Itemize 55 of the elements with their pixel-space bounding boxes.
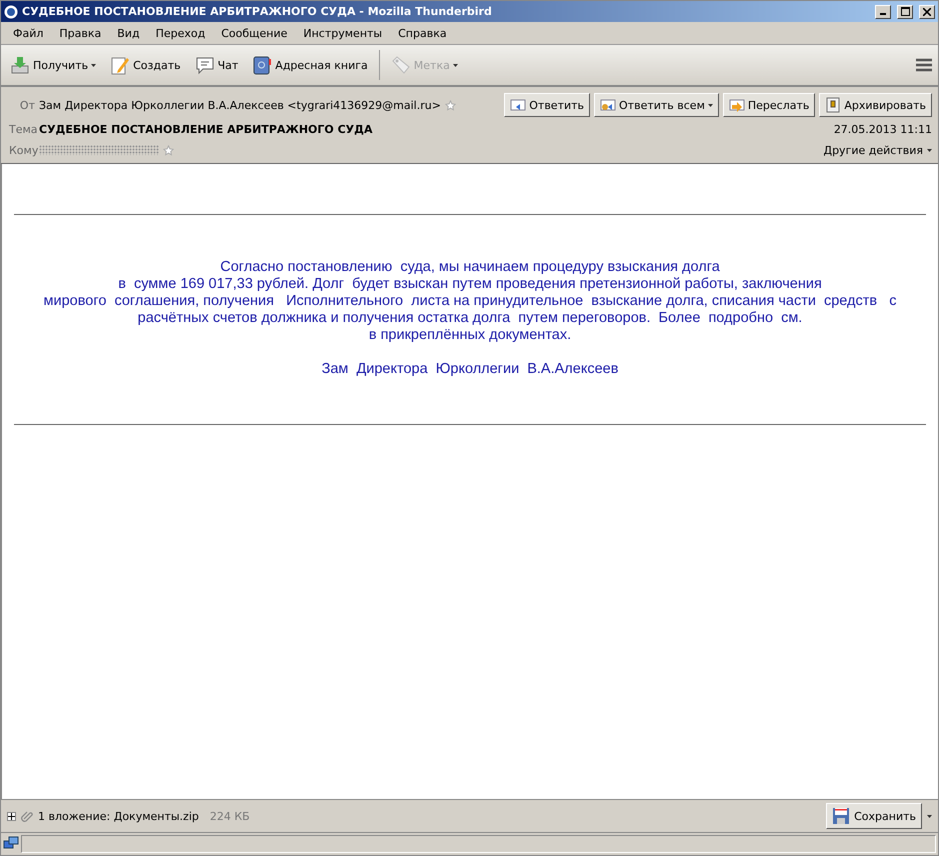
from-label: От: [18, 98, 35, 112]
menu-item[interactable]: Инструменты: [295, 26, 390, 40]
envelope-arrows-icon: [600, 97, 616, 113]
caret-icon[interactable]: [927, 814, 932, 818]
star-icon[interactable]: [163, 144, 174, 156]
other-actions-menu[interactable]: Другие действия: [823, 144, 923, 156]
attachment-summary[interactable]: 1 вложение: Документы.zip: [38, 810, 199, 822]
speech-bubble-icon: [194, 55, 215, 75]
header-button[interactable]: Ответить всем: [594, 93, 719, 117]
date-text: 27.05.2013 11:11: [834, 122, 932, 136]
archive-box-icon: [825, 97, 842, 113]
window-title: СУДЕБНОЕ ПОСТАНОВЛЕНИЕ АРБИТРАЖНОГО СУДА - Mozilla Thunderbird: [22, 5, 493, 18]
menu-icon[interactable]: [916, 58, 932, 72]
attachment-size: 224 КБ: [210, 810, 250, 822]
close-icon: [923, 8, 931, 16]
close-button[interactable]: [919, 4, 935, 18]
sender-address: Зам Директора Юрколлегии В.А.Алексеев <tygrari4136929@mail.ru>: [39, 98, 441, 112]
toolbar-button[interactable]: Создать: [107, 53, 184, 77]
message-line: в прикреплённых документах.: [368, 327, 572, 344]
menu-item[interactable]: Правка: [51, 26, 110, 40]
menu-item[interactable]: Файл: [5, 26, 52, 40]
maximize-icon: [900, 7, 910, 16]
paperclip-icon: [21, 810, 33, 822]
subject-label: Тема: [9, 122, 35, 136]
message-line: Согласно постановлению суда, мы начинаем процедуру взыскания долга: [220, 259, 720, 276]
menu-item[interactable]: Сообщение: [213, 26, 296, 40]
toolbar-button[interactable]: Адресная книга: [249, 53, 371, 77]
menu-item[interactable]: Переход: [148, 26, 214, 40]
caret-icon[interactable]: [927, 148, 932, 152]
caret-icon[interactable]: [708, 104, 713, 106]
message-line: в сумме 169 017,33 рублей. Долг будет взыскан путем проведения претензионной работы, заключения: [118, 276, 822, 293]
minimize-icon: [880, 13, 886, 15]
tag-icon: [390, 55, 411, 75]
menu-item[interactable]: Справка: [390, 26, 455, 40]
message-line: расчётных счетов должника и получения остатка долга путем переговоров. Более подробно см.: [138, 310, 802, 327]
star-icon[interactable]: [444, 100, 456, 110]
toolbar-button[interactable]: Чат: [192, 53, 242, 77]
message-line: мирового соглашения, получения Исполнительного листа на принудительное взыскание долга, списания части средств с: [44, 293, 896, 310]
expand-toggle[interactable]: [7, 812, 16, 820]
header-button[interactable]: Ответить: [504, 93, 590, 117]
toolbar-button[interactable]: Получить: [7, 53, 100, 77]
app-icon: [4, 4, 18, 18]
address-book-icon: [252, 55, 272, 75]
minimize-button[interactable]: [875, 4, 891, 18]
header-button[interactable]: Архивировать: [819, 93, 932, 117]
caret-icon: [91, 64, 96, 66]
signature-text: Зам Директора Юрколлегии В.А.Алексеев: [322, 361, 618, 378]
header-button[interactable]: Переслать: [722, 93, 816, 117]
menu-item[interactable]: Вид: [109, 26, 148, 40]
caret-icon: [452, 64, 458, 66]
save-button[interactable]: Сохранить: [826, 803, 922, 829]
subject-text: СУДЕБНОЕ ПОСТАНОВЛЕНИЕ АРБИТРАЖНОГО СУДА: [39, 122, 372, 136]
pencil-notepad-icon: [110, 55, 130, 75]
download-tray-icon: [10, 55, 30, 75]
maximize-button[interactable]: [897, 4, 913, 18]
